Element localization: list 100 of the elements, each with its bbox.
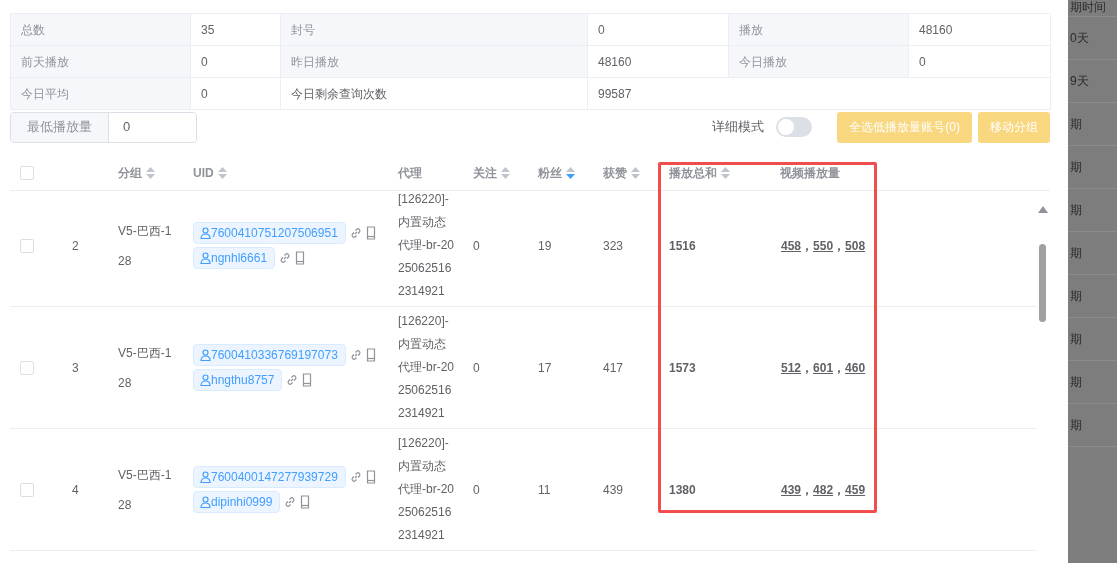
phone-icon[interactable] — [295, 251, 306, 265]
follower-count: 19 — [538, 237, 552, 255]
detail-mode-label: 详细模式 — [712, 118, 765, 137]
uid-tag[interactable]: hngthu8757 — [193, 369, 283, 391]
stat-value: 0 — [919, 53, 926, 71]
user-icon — [200, 349, 211, 361]
sort-icon[interactable] — [217, 167, 227, 179]
column-header[interactable]: 视频播放量 — [780, 164, 840, 182]
video-plays-link[interactable]: 439 — [781, 482, 802, 497]
separator-text: ， — [801, 482, 814, 497]
stat-value: 48160 — [598, 53, 632, 71]
scroll-up-icon[interactable] — [1038, 206, 1048, 213]
stat-label: 今日平均 — [21, 85, 69, 103]
video-plays-link[interactable]: 460 — [845, 360, 866, 375]
following-count: 0 — [473, 359, 480, 377]
stat-label: 总数 — [21, 21, 45, 39]
column-header[interactable]: 关注 — [473, 164, 497, 182]
background-list-text: 期 — [1070, 288, 1082, 305]
column-header[interactable]: 获赞 — [603, 164, 627, 182]
detail-mode-switch[interactable] — [776, 117, 813, 137]
sort-icon[interactable] — [566, 167, 575, 179]
user-icon — [200, 374, 211, 386]
uid-tag[interactable]: 7600400147277939729 — [193, 466, 346, 488]
video-plays-link[interactable]: 508 — [845, 238, 866, 253]
sort-icon[interactable] — [501, 167, 510, 179]
uid-tag[interactable]: ngnhl6661 — [193, 247, 276, 269]
video-plays-link[interactable]: 601 — [813, 360, 834, 375]
phone-icon[interactable] — [365, 226, 376, 240]
stat-label: 昨日播放 — [291, 53, 339, 71]
group-name: V5-巴西-128 — [118, 222, 173, 270]
separator-text: ， — [833, 360, 846, 375]
link-icon[interactable] — [279, 252, 292, 264]
follower-count: 11 — [538, 481, 551, 499]
column-header[interactable]: UID — [193, 164, 214, 182]
stat-value: 35 — [201, 21, 215, 39]
uid-tag[interactable]: 7600410751207506951 — [193, 222, 346, 244]
sort-icon[interactable] — [146, 167, 155, 179]
column-header[interactable]: 粉丝 — [538, 164, 562, 182]
video-plays-link[interactable]: 482 — [813, 482, 834, 497]
link-icon[interactable] — [349, 471, 362, 483]
phone-icon[interactable] — [302, 373, 313, 387]
video-plays-link[interactable]: 550 — [813, 238, 834, 253]
background-list-text: 期 — [1070, 116, 1082, 133]
following-count: 0 — [473, 237, 480, 255]
column-header[interactable]: 代理 — [398, 164, 422, 182]
proxy-name: [126220]-内置动态代理-br-20250625162314921 — [398, 435, 455, 544]
stat-value: 48160 — [919, 21, 953, 39]
row-checkbox[interactable] — [20, 482, 34, 497]
row-checkbox[interactable] — [20, 238, 34, 253]
phone-icon[interactable] — [365, 348, 376, 362]
follower-count: 17 — [538, 359, 552, 377]
uid-tag[interactable]: 7600410336769197073 — [193, 344, 346, 366]
video-plays-link[interactable]: 458 — [781, 238, 802, 253]
scrollbar-thumb[interactable] — [1039, 244, 1046, 322]
background-list-text: 9天 — [1070, 73, 1089, 90]
column-header[interactable]: 分组 — [118, 164, 142, 182]
proxy-name: [126220]-内置动态代理-br-20250625162314921 — [398, 191, 455, 300]
user-icon — [200, 471, 211, 483]
background-list-text: 期 — [1070, 417, 1082, 434]
link-icon[interactable] — [349, 227, 362, 239]
link-icon[interactable] — [284, 496, 297, 508]
column-header[interactable]: 播放总和 — [669, 164, 717, 182]
row-index: 4 — [72, 481, 79, 499]
stat-label: 播放 — [739, 21, 763, 39]
separator-text: ， — [833, 238, 846, 253]
total-plays: 1380 — [669, 481, 696, 499]
stat-label: 前天播放 — [21, 53, 69, 71]
separator-text: ， — [801, 360, 814, 375]
background-list-text: 期时间 — [1070, 0, 1106, 16]
sort-icon[interactable] — [631, 167, 640, 179]
link-icon[interactable] — [286, 374, 299, 386]
link-icon[interactable] — [349, 349, 362, 361]
user-icon — [200, 227, 211, 239]
total-plays: 1573 — [669, 359, 696, 377]
select-all-checkbox[interactable] — [20, 166, 34, 180]
row-index: 3 — [72, 359, 79, 377]
group-name: V5-巴西-128 — [118, 466, 173, 514]
video-plays-link[interactable]: 512 — [781, 360, 802, 375]
uid-tag[interactable]: dipinhi0999 — [193, 491, 281, 513]
like-count: 323 — [603, 237, 624, 255]
separator-text: ， — [801, 238, 814, 253]
phone-icon[interactable] — [300, 495, 311, 509]
group-name: V5-巴西-128 — [118, 344, 173, 392]
total-plays: 1516 — [669, 237, 696, 255]
background-list-text: 0天 — [1070, 30, 1089, 47]
stat-value: 0 — [201, 85, 208, 103]
background-list-text: 期 — [1070, 374, 1082, 391]
user-icon — [200, 496, 211, 508]
stat-value: 0 — [201, 53, 208, 71]
stat-label: 今日播放 — [739, 53, 787, 71]
min-plays-field[interactable]: 最低播放量 0 — [10, 111, 197, 143]
row-checkbox[interactable] — [20, 360, 34, 375]
like-count: 417 — [603, 359, 624, 377]
phone-icon[interactable] — [365, 470, 376, 484]
sort-icon[interactable] — [721, 167, 730, 179]
stat-label: 封号 — [291, 21, 315, 39]
video-plays-link[interactable]: 459 — [845, 482, 866, 497]
stat-value: 0 — [598, 21, 605, 39]
like-count: 439 — [603, 481, 624, 499]
background-list-text: 期 — [1070, 245, 1082, 262]
